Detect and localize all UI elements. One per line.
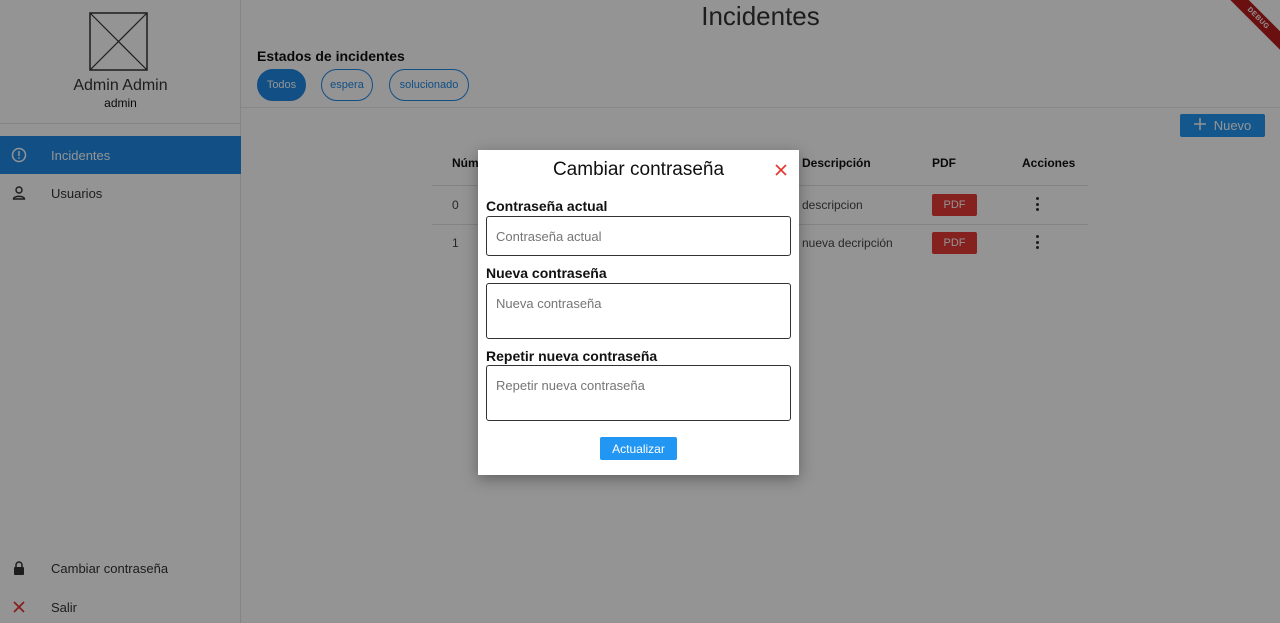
update-button[interactable]: Actualizar <box>600 437 677 460</box>
new-password-label: Nueva contraseña <box>486 265 607 281</box>
close-icon[interactable] <box>774 163 788 177</box>
dialog-title: Cambiar contraseña <box>552 159 725 180</box>
current-password-label: Contraseña actual <box>486 198 608 214</box>
change-password-dialog: Cambiar contraseña Contraseña actual Nue… <box>478 150 799 475</box>
repeat-password-input[interactable] <box>486 365 791 421</box>
current-password-input[interactable] <box>486 216 791 256</box>
new-password-input[interactable] <box>486 283 791 339</box>
repeat-password-label: Repetir nueva contraseña <box>486 348 658 364</box>
